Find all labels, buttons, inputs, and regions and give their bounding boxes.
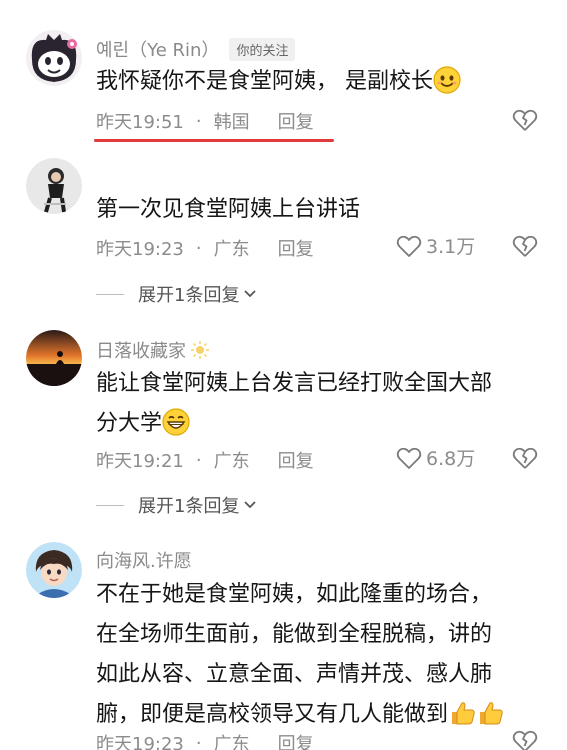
broken-heart-icon[interactable]	[512, 728, 538, 750]
comment-meta: 昨天19:51 · 韩国 回复	[96, 108, 314, 134]
comment-text: 不在于她是食堂阿姨，如此隆重的场合， 在全场师生面前，能做到全程脱稿，讲的 如此…	[96, 575, 536, 735]
smiling-face-emoji	[433, 66, 461, 94]
location: 广东	[213, 451, 250, 472]
location: 韩国	[213, 112, 250, 133]
like-button[interactable]: 3.1万	[396, 232, 475, 259]
like-count: 6.8万	[426, 448, 476, 470]
comment-text: 能让食堂阿姨上台发言已经打败全国大部 分大学	[96, 371, 493, 436]
avatar[interactable]	[26, 542, 82, 598]
sun-icon	[191, 341, 209, 359]
broken-heart-icon[interactable]	[512, 107, 538, 133]
user-name[interactable]: 日落收藏家	[96, 337, 186, 363]
location: 广东	[213, 239, 250, 260]
following-badge: 你的关注	[229, 37, 296, 61]
comment-meta: 昨天19:23 · 广东 回复	[96, 235, 314, 261]
timestamp: 昨天19:21	[96, 451, 184, 472]
reply-button[interactable]: 回复	[278, 108, 314, 134]
avatar[interactable]	[26, 330, 82, 386]
comment-meta: 昨天19:21 · 广东 回复	[96, 447, 314, 473]
comment-meta: 昨天19:23 · 广东 回复	[96, 730, 314, 750]
chevron-down-icon	[244, 290, 257, 298]
timestamp: 昨天19:23	[96, 239, 184, 260]
heart-outline-icon	[396, 235, 422, 257]
reply-button[interactable]: 回复	[278, 447, 314, 473]
user-name[interactable]: 예린（Ye Rin）	[96, 36, 219, 62]
comment-text: 我怀疑你不是食堂阿姨， 是副校长	[96, 62, 536, 102]
red-underline-annotation	[94, 139, 334, 142]
comment-text: 第一次见食堂阿姨上台讲话	[96, 197, 361, 222]
expand-replies-button[interactable]: 展开1条回复	[96, 492, 257, 518]
thumbs-up-emoji	[448, 699, 476, 727]
timestamp: 昨天19:23	[96, 734, 184, 750]
reply-button[interactable]: 回复	[278, 235, 314, 261]
thumbs-up-emoji	[476, 699, 504, 727]
reply-button[interactable]: 回复	[278, 730, 314, 750]
heart-outline-icon	[396, 447, 422, 469]
like-count: 3.1万	[426, 236, 476, 258]
divider	[96, 293, 124, 295]
broken-heart-icon[interactable]	[512, 233, 538, 259]
avatar[interactable]	[26, 158, 82, 214]
broken-heart-icon[interactable]	[512, 445, 538, 471]
like-button[interactable]: 6.8万	[396, 444, 475, 471]
divider	[96, 504, 124, 506]
chevron-down-icon	[244, 501, 257, 509]
user-name[interactable]: 向海风.许愿	[96, 547, 192, 573]
avatar[interactable]	[26, 30, 82, 86]
expand-replies-button[interactable]: 展开1条回复	[96, 281, 257, 307]
location: 广东	[213, 734, 250, 750]
grinning-face-emoji	[162, 408, 190, 436]
timestamp: 昨天19:51	[96, 112, 184, 133]
